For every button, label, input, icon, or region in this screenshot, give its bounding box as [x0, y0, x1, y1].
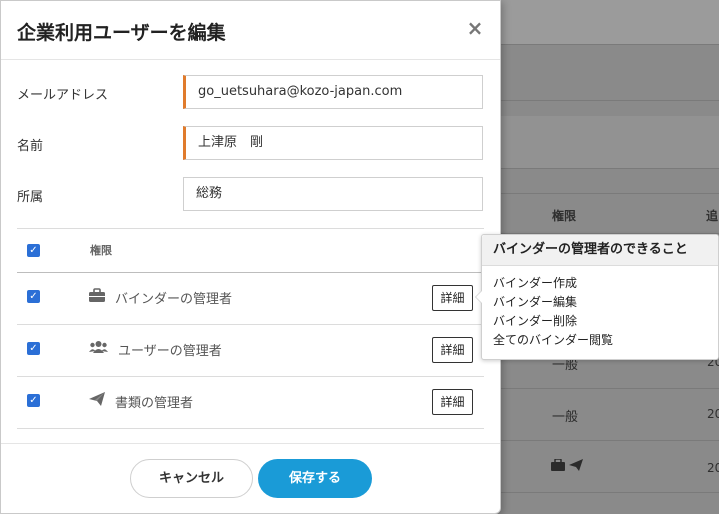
bg-column-header-permission: 権限	[552, 209, 577, 223]
modal-title: 企業利用ユーザーを編集	[17, 22, 226, 44]
detail-button-user-admin[interactable]: 詳細	[432, 337, 473, 363]
bg-cell-number: 20	[707, 461, 719, 475]
permission-label-document-admin: 書類の管理者	[115, 396, 194, 411]
permission-checkbox-user-admin[interactable]: ✓	[27, 342, 40, 355]
permission-label-user-admin: ユーザーの管理者	[118, 344, 222, 359]
edit-user-modal: 企業利用ユーザーを編集 × メールアドレス go_uetsuhara@kozo-…	[0, 0, 501, 514]
popover-item: 全てのバインダー閲覧	[493, 333, 614, 347]
paper-plane-icon	[569, 459, 583, 471]
permission-checkbox-document-admin[interactable]: ✓	[27, 394, 40, 407]
email-label: メールアドレス	[17, 88, 109, 103]
permission-checkbox-binder-admin[interactable]: ✓	[27, 290, 40, 303]
close-button[interactable]: ×	[464, 17, 486, 39]
department-label: 所属	[17, 190, 44, 205]
popover-item: バインダー編集	[493, 295, 578, 309]
briefcase-icon	[551, 459, 565, 471]
popover-item: バインダー削除	[493, 314, 578, 328]
permission-detail-popover: バインダーの管理者のできること バインダー作成 バインダー編集 バインダー削除 …	[475, 234, 719, 360]
permission-column-header: 権限	[90, 244, 112, 257]
popover-list: バインダー作成 バインダー編集 バインダー削除 全てのバインダー閲覧	[493, 274, 718, 350]
users-icon	[89, 341, 108, 353]
briefcase-icon	[89, 288, 105, 302]
bg-cell-role: 一般	[552, 410, 579, 425]
select-all-checkbox[interactable]: ✓	[27, 244, 40, 257]
bg-cell-number: 20	[707, 407, 719, 421]
detail-button-document-admin[interactable]: 詳細	[432, 389, 473, 415]
save-button[interactable]: 保存する	[258, 459, 372, 498]
name-label: 名前	[17, 139, 44, 154]
bg-column-header-partial: 追	[706, 209, 719, 223]
close-icon: ×	[466, 16, 484, 40]
detail-button-binder-admin[interactable]: 詳細	[432, 285, 473, 311]
popover-title: バインダーの管理者のできること	[482, 235, 718, 266]
permission-label-binder-admin: バインダーの管理者	[115, 292, 233, 307]
modal-header: 企業利用ユーザーを編集 ×	[1, 1, 500, 60]
email-field[interactable]: go_uetsuhara@kozo-japan.com	[183, 75, 483, 109]
department-field[interactable]: 総務	[183, 177, 483, 211]
paper-plane-icon	[89, 392, 105, 406]
name-field[interactable]: 上津原 剛	[183, 126, 483, 160]
bg-permission-icons	[551, 459, 583, 471]
cancel-button[interactable]: キャンセル	[130, 459, 253, 498]
popover-item: バインダー作成	[493, 276, 578, 290]
